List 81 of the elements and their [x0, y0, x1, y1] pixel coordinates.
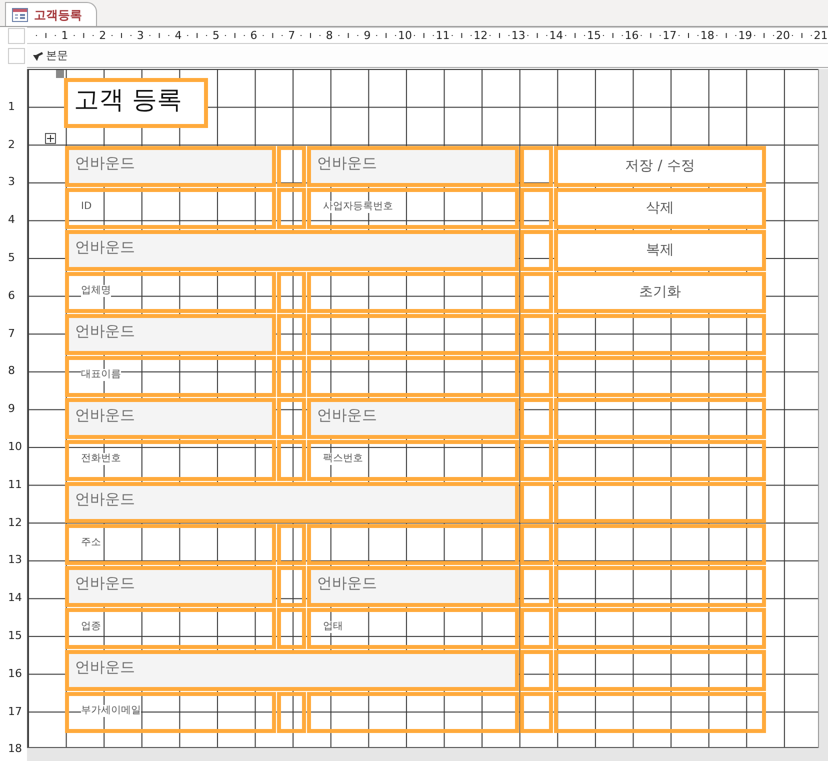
form-icon: [12, 8, 28, 22]
empty-layout-cell: [520, 356, 553, 397]
ruler-number: 11: [8, 478, 23, 492]
ruler-number: 4: [8, 213, 16, 228]
ruler-number: 16: [624, 28, 640, 43]
empty-layout-cell: [520, 314, 553, 355]
ruler-number: 6: [249, 28, 258, 43]
empty-layout-cell: [520, 398, 553, 439]
section-title: 본문: [46, 48, 68, 64]
text-box[interactable]: 언바운드: [307, 398, 519, 439]
command-button[interactable]: 저장 / 수정: [554, 146, 766, 187]
ruler-number: 15: [586, 28, 602, 43]
form-tab[interactable]: 고객등록: [5, 2, 97, 26]
field-label: 주소: [81, 537, 101, 549]
ruler-number: 18: [699, 28, 716, 43]
ruler-number: 14: [8, 591, 23, 606]
ruler-number: 19: [737, 28, 754, 43]
empty-layout-cell: [277, 314, 306, 355]
field-label: 대표이름: [81, 369, 121, 381]
ruler-number: 4: [174, 28, 183, 43]
ruler-number: 13: [8, 553, 23, 568]
empty-layout-cell: [520, 524, 553, 565]
ruler-number: 12: [8, 516, 23, 530]
field-label: 업태: [323, 621, 343, 633]
ruler-number: 3: [8, 175, 16, 190]
ruler-number: 18: [8, 742, 23, 756]
text-box[interactable]: 언바운드: [65, 482, 519, 523]
ruler-number: 5: [212, 28, 220, 43]
text-box[interactable]: 언바운드: [307, 146, 519, 187]
field-label: 전화번호: [81, 453, 121, 465]
empty-layout-cell: [520, 566, 553, 607]
ruler-number: 21: [812, 28, 828, 43]
ruler-number: 1: [8, 100, 16, 114]
ruler-number: 2: [98, 28, 108, 43]
layout-selector-icon[interactable]: [45, 133, 56, 144]
ruler-number: 3: [136, 28, 145, 43]
form-title-label[interactable]: 고객 등록: [64, 78, 208, 128]
ruler-number: 2: [8, 138, 16, 152]
ruler-number: 14: [548, 28, 564, 43]
text-box[interactable]: 언바운드: [65, 398, 276, 439]
ruler-number: 9: [8, 402, 16, 416]
text-box[interactable]: 언바운드: [65, 650, 519, 691]
section-selector[interactable]: [8, 48, 25, 64]
move-handle[interactable]: [56, 70, 64, 78]
ruler-number: 20: [775, 28, 791, 43]
ruler-number: 12: [472, 28, 489, 43]
text-box[interactable]: 언바운드: [65, 146, 276, 187]
text-box[interactable]: 언바운드: [65, 314, 276, 355]
text-box[interactable]: 언바운드: [65, 566, 276, 607]
empty-layout-cell: [520, 692, 553, 733]
ruler-corner[interactable]: [8, 28, 25, 44]
ruler-number: 6: [8, 288, 16, 303]
ruler-number: 9: [362, 28, 372, 43]
field-label: 업체명: [81, 285, 111, 297]
ruler-number: 13: [510, 28, 526, 43]
ruler-number: 8: [8, 364, 16, 378]
ruler-number: 15: [8, 629, 23, 643]
command-button[interactable]: 복제: [554, 230, 766, 271]
section-arrow-icon: [33, 52, 43, 61]
empty-layout-cell: [520, 482, 553, 523]
field-label: 팩스번호: [323, 453, 363, 465]
ruler-number: 17: [8, 704, 23, 719]
ruler-number: 1: [60, 28, 70, 43]
field-label: 업종: [81, 621, 101, 633]
ruler-number: 11: [434, 28, 451, 43]
ruler-number: 17: [662, 28, 678, 43]
command-button[interactable]: 초기화: [554, 272, 766, 313]
text-box[interactable]: 언바운드: [65, 230, 519, 271]
field-label: 부가세이메일: [81, 705, 141, 717]
tab-title: 고객등록: [34, 6, 82, 24]
ruler-number: 10: [397, 28, 413, 43]
field-label: 사업자등록번호: [323, 201, 393, 213]
ruler-number: 16: [8, 666, 23, 681]
ruler-number: 7: [287, 28, 296, 43]
ruler-number: 10: [8, 440, 23, 454]
ruler-number: 8: [324, 28, 334, 43]
ruler-number: 7: [8, 326, 16, 341]
text-box[interactable]: 언바운드: [307, 566, 519, 607]
empty-layout-cell: [520, 650, 553, 691]
command-button[interactable]: 삭제: [554, 188, 766, 229]
ruler-number: 5: [8, 251, 16, 265]
